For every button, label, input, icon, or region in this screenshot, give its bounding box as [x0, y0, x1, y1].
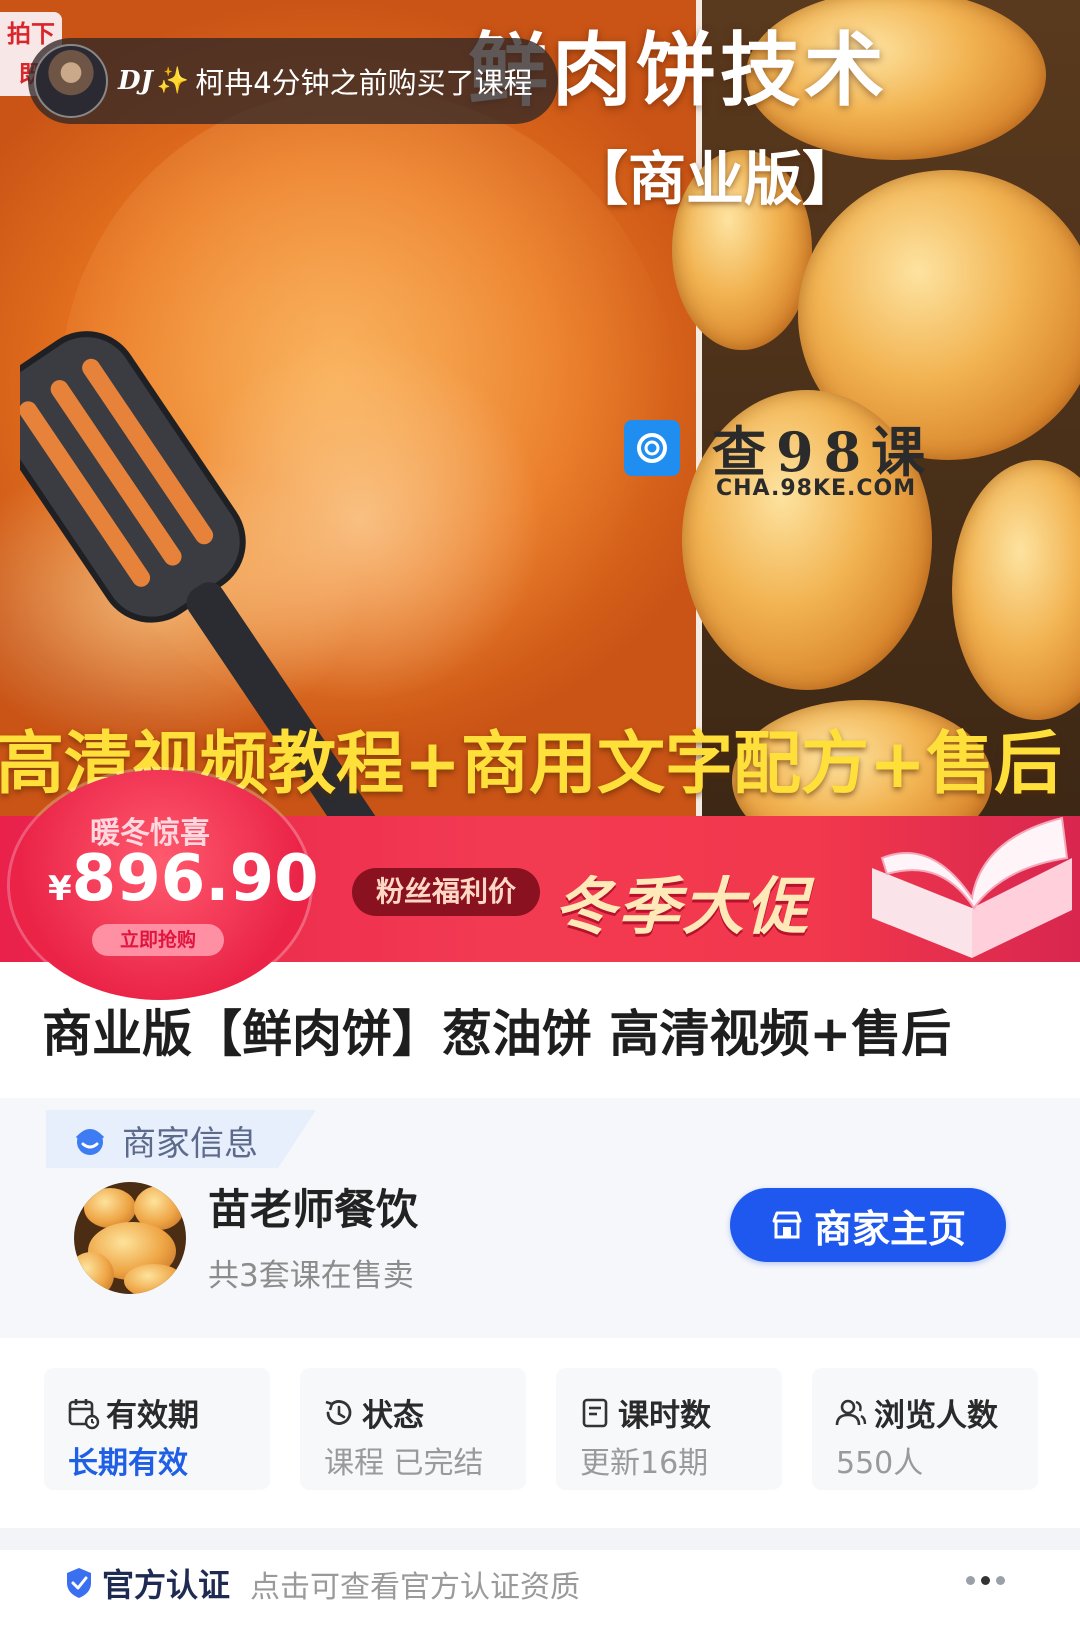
stat-status-label: 状态 [362, 1398, 424, 1434]
certification-title[interactable]: 官方认证 [102, 1560, 230, 1606]
promo-price: ¥896.90 [48, 842, 319, 916]
fan-price-pill: 粉丝福利价 [352, 868, 540, 916]
document-icon [582, 1398, 608, 1427]
watermark-logo-icon [624, 420, 680, 476]
purchase-message: 柯冉4分钟之前购买了课程 [195, 66, 533, 100]
merchant-home-label: 商家主页 [813, 1206, 966, 1251]
stat-lessons-value: 更新16期 [580, 1446, 709, 1481]
merchant-name[interactable]: 苗老师餐饮 [208, 1176, 418, 1237]
more-dots-icon[interactable] [966, 1576, 1005, 1585]
section-gap [0, 1528, 1080, 1550]
merchant-course-count: 共3套课在售卖 [208, 1258, 414, 1294]
stat-validity-label: 有效期 [106, 1398, 199, 1434]
users-icon [835, 1399, 867, 1425]
watermark-url: CHA.98KE.COM [716, 476, 917, 501]
stat-validity-value: 长期有效 [68, 1446, 188, 1481]
price-value: 896.90 [71, 842, 319, 916]
merchant-avatar[interactable] [74, 1182, 186, 1294]
course-title: 商业版【鲜肉饼】葱油饼 高清视频+售后 [42, 1005, 952, 1063]
certification-description[interactable]: 点击可查看官方认证资质 [250, 1562, 580, 1606]
open-book-icon [872, 816, 1072, 958]
purchase-toast: DJ ✨ 柯冉4分钟之前购买了课程 [28, 38, 558, 124]
stat-lessons: 课时数 更新16期 [556, 1368, 782, 1490]
buyer-avatar [34, 44, 108, 118]
winter-sale-headline: 冬季大促 [554, 870, 811, 943]
calendar-icon [68, 1398, 100, 1429]
stat-lessons-label: 课时数 [618, 1398, 711, 1434]
stat-validity: 有效期 长期有效 [44, 1368, 270, 1490]
clock-icon [325, 1399, 352, 1425]
merchant-section-label: 商家信息 [122, 1124, 258, 1164]
shop-assistant-icon [75, 1129, 105, 1155]
buy-now-button[interactable]: 立即抢购 [92, 924, 224, 956]
sparkle-icon: ✨ [156, 66, 190, 96]
storefront-icon [772, 1211, 802, 1239]
stat-status: 状态 课程 已完结 [300, 1368, 526, 1490]
shield-check-icon [67, 1568, 91, 1598]
stat-status-value: 课程 已完结 [324, 1446, 484, 1481]
stat-views-label: 浏览人数 [874, 1398, 998, 1434]
stat-views: 浏览人数 550人 [812, 1368, 1038, 1490]
cover-subtitle: 【商业版】 [570, 145, 861, 213]
currency-symbol: ¥ [48, 869, 72, 909]
stat-views-value: 550人 [836, 1446, 924, 1481]
buyer-username: DJ [118, 66, 153, 96]
merchant-home-button[interactable]: 商家主页 [730, 1188, 1006, 1262]
